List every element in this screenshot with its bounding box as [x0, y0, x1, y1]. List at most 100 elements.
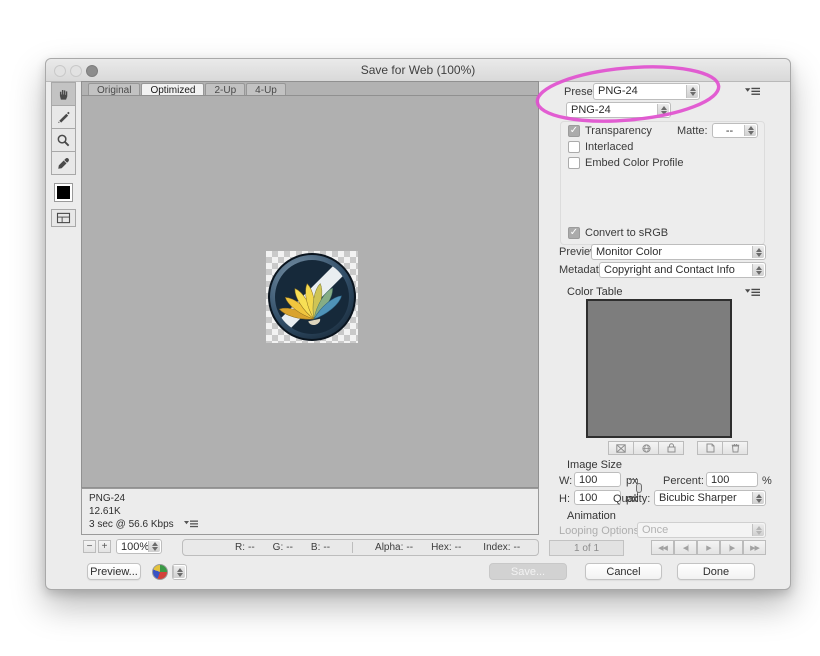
- percent-input[interactable]: 100: [706, 472, 758, 487]
- eyedropper-color-swatch[interactable]: [54, 183, 73, 202]
- previous-frame-button[interactable]: ◀|: [674, 540, 697, 555]
- zoom-level-value: 100%: [121, 541, 149, 553]
- cancel-button[interactable]: Cancel: [585, 563, 662, 580]
- tab-optimized[interactable]: Optimized: [141, 83, 204, 95]
- save-button[interactable]: Save...: [489, 563, 567, 580]
- minus-icon: −: [87, 541, 93, 552]
- new-color-button[interactable]: [697, 441, 723, 455]
- toggle-slices-icon: [56, 212, 71, 224]
- preset-flyout-menu-icon[interactable]: [745, 87, 760, 96]
- metadata-select[interactable]: Copyright and Contact Info: [599, 262, 766, 278]
- zoom-out-button[interactable]: −: [83, 540, 96, 553]
- check-icon: ✓: [570, 125, 578, 136]
- browser-preview-icon[interactable]: [152, 564, 168, 580]
- looping-options-select[interactable]: Once: [637, 522, 766, 538]
- map-transparency-button[interactable]: [608, 441, 634, 455]
- title-bar[interactable]: Save for Web (100%): [46, 59, 790, 82]
- shell-logo-image: [266, 251, 358, 343]
- lock-icon: [667, 443, 676, 453]
- stepper-icon: [752, 246, 764, 258]
- matte-label: Matte:: [677, 125, 708, 137]
- stepper-icon: [752, 264, 764, 276]
- hand-tool-button[interactable]: [51, 82, 76, 106]
- tab-2up[interactable]: 2-Up: [205, 83, 245, 95]
- stepper-icon: [752, 524, 764, 536]
- readout-divider: [352, 542, 353, 553]
- preview-button[interactable]: Preview...: [87, 563, 141, 580]
- stepper-icon: [173, 566, 185, 578]
- trash-icon: [731, 443, 740, 453]
- matte-select[interactable]: --: [712, 123, 758, 138]
- color-table-flyout-menu-icon[interactable]: [745, 288, 760, 297]
- window-title: Save for Web (100%): [46, 63, 790, 77]
- percent-unit: %: [762, 475, 772, 487]
- tab-original[interactable]: Original: [88, 83, 140, 95]
- frame-counter: 1 of 1: [549, 540, 624, 556]
- preview-tabstrip: Original Optimized 2-Up 4-Up: [81, 81, 539, 95]
- eyedropper-color-black: [57, 186, 70, 199]
- readout-index: Index:--: [483, 542, 520, 553]
- convert-srgb-label: Convert to sRGB: [585, 227, 668, 239]
- browser-select[interactable]: [172, 564, 187, 580]
- first-frame-icon: ◀◀: [658, 544, 667, 552]
- next-frame-icon: |▶: [729, 544, 734, 552]
- transparency-box-icon: [616, 444, 626, 453]
- interlaced-checkbox[interactable]: [568, 141, 580, 153]
- readout-r: R:--: [235, 542, 255, 553]
- embed-color-profile-label: Embed Color Profile: [585, 157, 683, 169]
- quality-select[interactable]: Bicubic Sharper: [654, 490, 766, 506]
- preset-value: PNG-24: [598, 85, 638, 97]
- tab-4up[interactable]: 4-Up: [246, 83, 286, 95]
- delete-color-button[interactable]: [722, 441, 748, 455]
- looping-options-value: Once: [642, 524, 668, 536]
- play-button[interactable]: ▶: [697, 540, 720, 555]
- width-label: W:: [559, 475, 572, 487]
- status-flyout-menu-icon[interactable]: [184, 520, 198, 528]
- zoom-tool-button[interactable]: [51, 128, 76, 152]
- web-shift-button[interactable]: [633, 441, 659, 455]
- color-table-grid[interactable]: [586, 299, 732, 438]
- check-icon: ✓: [570, 227, 578, 238]
- last-frame-button[interactable]: ▶▶: [743, 540, 766, 555]
- first-frame-button[interactable]: ◀◀: [651, 540, 674, 555]
- slice-select-tool-button[interactable]: [51, 105, 76, 129]
- embed-color-profile-checkbox[interactable]: [568, 157, 580, 169]
- slice-select-icon: [56, 110, 71, 125]
- convert-srgb-checkbox[interactable]: ✓: [568, 227, 580, 239]
- last-frame-icon: ▶▶: [750, 544, 759, 552]
- transparency-checkbox[interactable]: ✓: [568, 125, 580, 137]
- toggle-slices-visibility-button[interactable]: [51, 209, 76, 227]
- readout-alpha: Alpha:--: [375, 542, 413, 553]
- eyedropper-icon: [56, 156, 71, 171]
- preview-mode-select[interactable]: Monitor Color: [591, 244, 766, 260]
- eyedropper-tool-button[interactable]: [51, 151, 76, 175]
- transparency-label: Transparency: [585, 125, 652, 137]
- width-input[interactable]: 100: [574, 472, 621, 487]
- plus-icon: +: [102, 541, 108, 552]
- next-frame-button[interactable]: |▶: [720, 540, 743, 555]
- color-table-title: Color Table: [567, 286, 622, 298]
- height-label: H:: [559, 493, 570, 505]
- zoom-in-button[interactable]: +: [98, 540, 111, 553]
- interlaced-label: Interlaced: [585, 141, 633, 153]
- status-file-size: 12.61K: [89, 505, 531, 518]
- lock-color-button[interactable]: [658, 441, 684, 455]
- preset-select[interactable]: PNG-24: [593, 83, 700, 100]
- format-select[interactable]: PNG-24: [566, 102, 671, 118]
- link-dimensions-icon[interactable]: [636, 483, 642, 493]
- web-cube-icon: [642, 444, 651, 453]
- save-for-web-dialog: Save for Web (100%) Original Optimized 2…: [45, 58, 791, 590]
- preview-mode-value: Monitor Color: [596, 246, 662, 258]
- stepper-icon: [148, 541, 160, 552]
- new-item-icon: [706, 443, 715, 453]
- metadata-value: Copyright and Contact Info: [604, 264, 735, 276]
- optimized-preview-canvas[interactable]: [81, 95, 539, 488]
- animation-title: Animation: [567, 510, 616, 522]
- optimized-info-panel: PNG-24 12.61K 3 sec @ 56.6 Kbps: [81, 488, 539, 535]
- quality-label: Quality:: [613, 493, 650, 505]
- stepper-icon: [686, 85, 698, 98]
- done-button[interactable]: Done: [677, 563, 755, 580]
- zoom-level-select[interactable]: 100%: [116, 539, 162, 554]
- status-download-time: 3 sec @ 56.6 Kbps: [89, 519, 174, 530]
- hand-icon: [56, 87, 71, 102]
